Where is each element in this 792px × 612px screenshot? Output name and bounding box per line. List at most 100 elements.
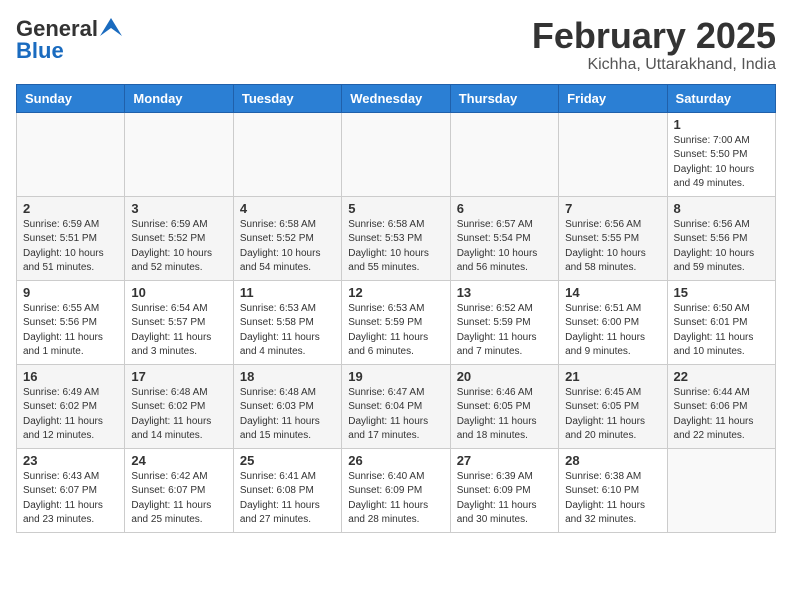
day-info: Sunrise: 7:00 AM Sunset: 5:50 PM Dayligh… <box>674 134 769 192</box>
day-number: 5 <box>348 201 443 216</box>
calendar-cell: 11 Sunrise: 6:53 AM Sunset: 5:58 PM Dayli… <box>233 280 341 364</box>
calendar-cell: 22 Sunrise: 6:44 AM Sunset: 6:06 PM Dayli… <box>667 364 775 448</box>
calendar-cell: 28Sunrise: 6:38 AM Sunset: 6:10 PM Dayli… <box>559 448 667 532</box>
day-number: 23 <box>23 453 118 468</box>
calendar-cell: 18 Sunrise: 6:48 AM Sunset: 6:03 PM Dayli… <box>233 364 341 448</box>
calendar-cell: 12 Sunrise: 6:53 AM Sunset: 5:59 PM Dayli… <box>342 280 450 364</box>
logo: General Blue <box>16 16 122 64</box>
calendar-cell: 27 Sunrise: 6:39 AM Sunset: 6:09 PM Dayli… <box>450 448 558 532</box>
calendar-header-monday: Monday <box>125 84 233 112</box>
day-info: Sunrise: 6:53 AM Sunset: 5:58 PM Dayligh… <box>240 302 335 360</box>
calendar-cell: 4 Sunrise: 6:58 AM Sunset: 5:52 PM Daylig… <box>233 196 341 280</box>
day-info: Sunrise: 6:45 AM Sunset: 6:05 PM Dayligh… <box>565 386 660 444</box>
calendar: SundayMondayTuesdayWednesdayThursdayFrid… <box>16 84 776 533</box>
day-number: 27 <box>457 453 552 468</box>
calendar-week-row: 1 Sunrise: 7:00 AM Sunset: 5:50 PM Daylig… <box>17 112 776 196</box>
calendar-header-tuesday: Tuesday <box>233 84 341 112</box>
day-number: 9 <box>23 285 118 300</box>
calendar-header-row: SundayMondayTuesdayWednesdayThursdayFrid… <box>17 84 776 112</box>
day-number: 18 <box>240 369 335 384</box>
title-area: February 2025 Kichha, Uttarakhand, India <box>532 16 776 74</box>
day-number: 10 <box>131 285 226 300</box>
calendar-cell: 24 Sunrise: 6:42 AM Sunset: 6:07 PM Dayli… <box>125 448 233 532</box>
day-number: 25 <box>240 453 335 468</box>
calendar-header-friday: Friday <box>559 84 667 112</box>
day-number: 2 <box>23 201 118 216</box>
calendar-cell <box>233 112 341 196</box>
calendar-cell <box>450 112 558 196</box>
calendar-cell <box>667 448 775 532</box>
day-info: Sunrise: 6:48 AM Sunset: 6:02 PM Dayligh… <box>131 386 226 444</box>
day-info: Sunrise: 6:58 AM Sunset: 5:52 PM Dayligh… <box>240 218 335 276</box>
calendar-cell: 20 Sunrise: 6:46 AM Sunset: 6:05 PM Dayli… <box>450 364 558 448</box>
day-info: Sunrise: 6:47 AM Sunset: 6:04 PM Dayligh… <box>348 386 443 444</box>
calendar-cell: 10Sunrise: 6:54 AM Sunset: 5:57 PM Dayli… <box>125 280 233 364</box>
day-number: 20 <box>457 369 552 384</box>
day-info: Sunrise: 6:44 AM Sunset: 6:06 PM Dayligh… <box>674 386 769 444</box>
calendar-cell: 14 Sunrise: 6:51 AM Sunset: 6:00 PM Dayli… <box>559 280 667 364</box>
day-info: Sunrise: 6:57 AM Sunset: 5:54 PM Dayligh… <box>457 218 552 276</box>
calendar-cell: 15 Sunrise: 6:50 AM Sunset: 6:01 PM Dayli… <box>667 280 775 364</box>
day-number: 15 <box>674 285 769 300</box>
calendar-cell: 3 Sunrise: 6:59 AM Sunset: 5:52 PM Daylig… <box>125 196 233 280</box>
location-title: Kichha, Uttarakhand, India <box>532 56 776 74</box>
day-number: 24 <box>131 453 226 468</box>
day-number: 6 <box>457 201 552 216</box>
calendar-week-row: 23 Sunrise: 6:43 AM Sunset: 6:07 PM Dayli… <box>17 448 776 532</box>
logo-blue: Blue <box>16 38 64 64</box>
calendar-cell: 25 Sunrise: 6:41 AM Sunset: 6:08 PM Dayli… <box>233 448 341 532</box>
day-info: Sunrise: 6:51 AM Sunset: 6:00 PM Dayligh… <box>565 302 660 360</box>
day-number: 7 <box>565 201 660 216</box>
calendar-header-thursday: Thursday <box>450 84 558 112</box>
calendar-cell <box>342 112 450 196</box>
day-info: Sunrise: 6:41 AM Sunset: 6:08 PM Dayligh… <box>240 470 335 528</box>
calendar-cell: 2Sunrise: 6:59 AM Sunset: 5:51 PM Daylig… <box>17 196 125 280</box>
day-number: 17 <box>131 369 226 384</box>
day-info: Sunrise: 6:39 AM Sunset: 6:09 PM Dayligh… <box>457 470 552 528</box>
day-info: Sunrise: 6:42 AM Sunset: 6:07 PM Dayligh… <box>131 470 226 528</box>
day-info: Sunrise: 6:59 AM Sunset: 5:52 PM Dayligh… <box>131 218 226 276</box>
day-number: 11 <box>240 285 335 300</box>
calendar-header-sunday: Sunday <box>17 84 125 112</box>
calendar-cell: 23 Sunrise: 6:43 AM Sunset: 6:07 PM Dayli… <box>17 448 125 532</box>
calendar-cell: 9 Sunrise: 6:55 AM Sunset: 5:56 PM Daylig… <box>17 280 125 364</box>
calendar-cell: 8Sunrise: 6:56 AM Sunset: 5:56 PM Daylig… <box>667 196 775 280</box>
calendar-cell: 21 Sunrise: 6:45 AM Sunset: 6:05 PM Dayli… <box>559 364 667 448</box>
day-info: Sunrise: 6:43 AM Sunset: 6:07 PM Dayligh… <box>23 470 118 528</box>
day-info: Sunrise: 6:56 AM Sunset: 5:55 PM Dayligh… <box>565 218 660 276</box>
calendar-header-saturday: Saturday <box>667 84 775 112</box>
calendar-cell: 19 Sunrise: 6:47 AM Sunset: 6:04 PM Dayli… <box>342 364 450 448</box>
logo-bird-icon <box>100 18 122 36</box>
day-number: 21 <box>565 369 660 384</box>
day-info: Sunrise: 6:49 AM Sunset: 6:02 PM Dayligh… <box>23 386 118 444</box>
day-info: Sunrise: 6:53 AM Sunset: 5:59 PM Dayligh… <box>348 302 443 360</box>
day-number: 4 <box>240 201 335 216</box>
calendar-cell: 17 Sunrise: 6:48 AM Sunset: 6:02 PM Dayli… <box>125 364 233 448</box>
day-number: 8 <box>674 201 769 216</box>
calendar-week-row: 16 Sunrise: 6:49 AM Sunset: 6:02 PM Dayli… <box>17 364 776 448</box>
calendar-cell: 6 Sunrise: 6:57 AM Sunset: 5:54 PM Daylig… <box>450 196 558 280</box>
day-number: 26 <box>348 453 443 468</box>
day-number: 16 <box>23 369 118 384</box>
day-info: Sunrise: 6:46 AM Sunset: 6:05 PM Dayligh… <box>457 386 552 444</box>
day-number: 3 <box>131 201 226 216</box>
calendar-cell <box>17 112 125 196</box>
day-number: 12 <box>348 285 443 300</box>
header: General Blue February 2025 Kichha, Uttar… <box>16 16 776 74</box>
day-info: Sunrise: 6:48 AM Sunset: 6:03 PM Dayligh… <box>240 386 335 444</box>
day-number: 1 <box>674 117 769 132</box>
day-number: 28 <box>565 453 660 468</box>
day-number: 22 <box>674 369 769 384</box>
calendar-week-row: 2Sunrise: 6:59 AM Sunset: 5:51 PM Daylig… <box>17 196 776 280</box>
calendar-week-row: 9 Sunrise: 6:55 AM Sunset: 5:56 PM Daylig… <box>17 280 776 364</box>
day-info: Sunrise: 6:50 AM Sunset: 6:01 PM Dayligh… <box>674 302 769 360</box>
day-info: Sunrise: 6:55 AM Sunset: 5:56 PM Dayligh… <box>23 302 118 360</box>
day-info: Sunrise: 6:40 AM Sunset: 6:09 PM Dayligh… <box>348 470 443 528</box>
calendar-cell: 1 Sunrise: 7:00 AM Sunset: 5:50 PM Daylig… <box>667 112 775 196</box>
day-number: 14 <box>565 285 660 300</box>
calendar-cell: 26 Sunrise: 6:40 AM Sunset: 6:09 PM Dayli… <box>342 448 450 532</box>
day-number: 13 <box>457 285 552 300</box>
calendar-cell <box>559 112 667 196</box>
calendar-header-wednesday: Wednesday <box>342 84 450 112</box>
day-number: 19 <box>348 369 443 384</box>
